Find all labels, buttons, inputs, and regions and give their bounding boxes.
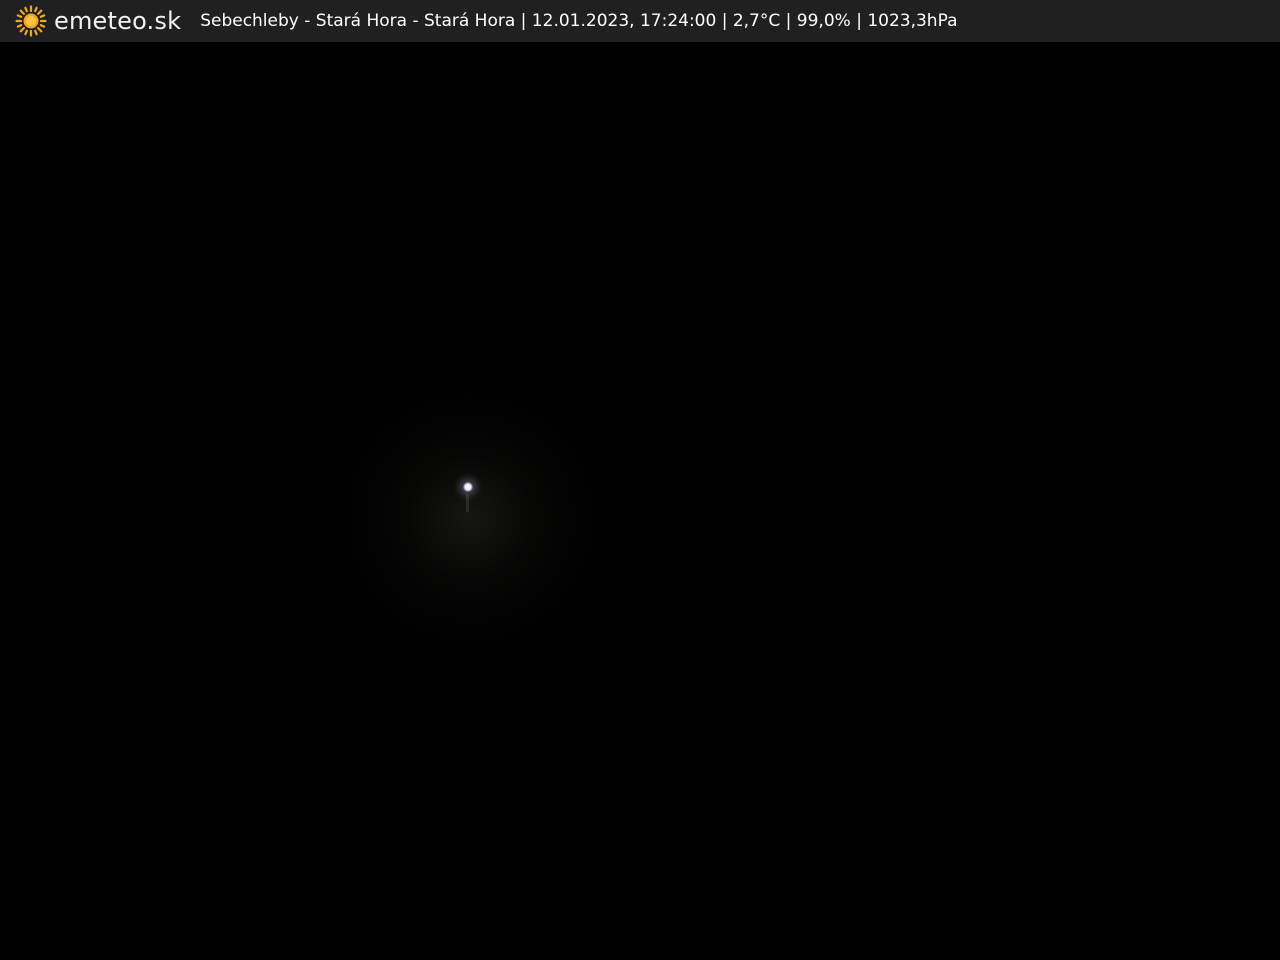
emeteo-logo: emeteo.sk — [15, 0, 181, 42]
logo-text: emeteo.sk — [54, 7, 182, 35]
light-post — [466, 494, 469, 512]
webcam-frame: emeteo.sk Sebechleby - Stará Hora - Star… — [0, 0, 1280, 960]
station-caption: Sebechleby - Stará Hora - Stará Hora | 1… — [200, 11, 958, 31]
webcam-night-image — [0, 42, 1280, 960]
light-glow — [330, 392, 610, 672]
caption-bar: emeteo.sk Sebechleby - Stará Hora - Star… — [0, 0, 1280, 42]
distant-light — [463, 482, 473, 492]
sun-icon — [15, 5, 47, 37]
